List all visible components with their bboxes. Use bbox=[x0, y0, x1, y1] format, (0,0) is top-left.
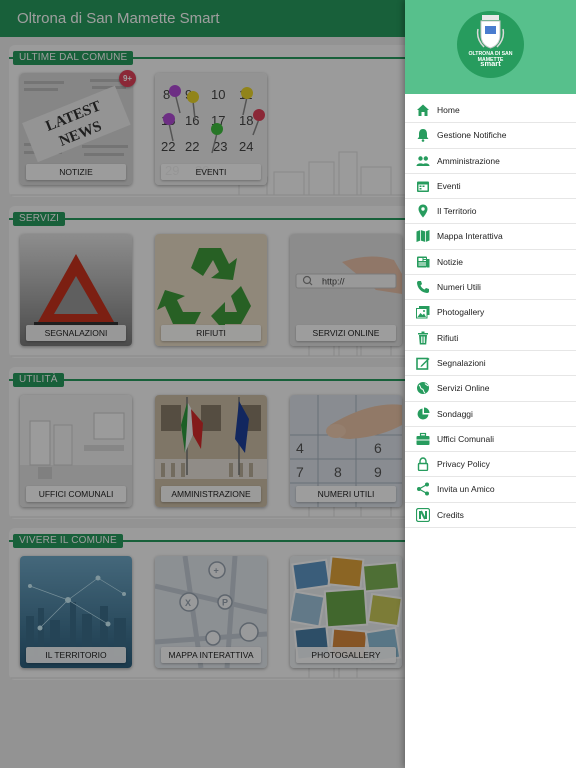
menu-item-credits[interactable]: Credits bbox=[405, 503, 576, 529]
pie-chart-icon bbox=[417, 407, 430, 420]
lock-icon bbox=[417, 457, 429, 472]
drawer-header: OLTRONA DI SAN MAMETTE smart bbox=[405, 0, 576, 94]
newspaper-icon bbox=[417, 256, 430, 268]
municipality-logo: OLTRONA DI SAN MAMETTE smart bbox=[457, 11, 524, 78]
report-icon bbox=[416, 357, 430, 370]
menu-label: Gestione Notifiche bbox=[437, 130, 507, 141]
menu-item-mappa-interattiva[interactable]: Mappa Interattiva bbox=[405, 224, 576, 250]
menu-label: Numeri Utili bbox=[437, 282, 481, 293]
menu-item-gestione-notifiche[interactable]: Gestione Notifiche bbox=[405, 123, 576, 149]
calendar-icon bbox=[417, 181, 429, 192]
map-pin-icon bbox=[418, 204, 428, 218]
coat-of-arms-icon bbox=[476, 15, 505, 49]
menu-label: Eventi bbox=[437, 180, 461, 191]
logo-smart: smart bbox=[480, 59, 501, 68]
menu-item-sondaggi[interactable]: Sondaggi bbox=[405, 402, 576, 427]
navigation-drawer: OLTRONA DI SAN MAMETTE smart Home Gestio… bbox=[405, 0, 576, 768]
people-icon bbox=[416, 155, 430, 166]
menu-label: Invita un Amico bbox=[437, 484, 495, 495]
menu-item-rifiuti[interactable]: Rifiuti bbox=[405, 326, 576, 351]
menu-item-numeri-utili[interactable]: Numeri Utili bbox=[405, 275, 576, 301]
menu-label: Segnalazioni bbox=[437, 357, 486, 368]
menu-label: Notizie bbox=[437, 256, 463, 267]
app-screen: Oltrona di San Mamette Smart ULTIME DAL … bbox=[0, 0, 576, 768]
menu-item-servizi-online[interactable]: Servizi Online bbox=[405, 376, 576, 402]
home-icon bbox=[417, 104, 429, 116]
menu-item-eventi[interactable]: Eventi bbox=[405, 174, 576, 200]
menu-label: Mappa Interattiva bbox=[437, 231, 503, 242]
menu-label: Rifiuti bbox=[437, 332, 459, 343]
menu-item-amministrazione[interactable]: Amministrazione bbox=[405, 149, 576, 174]
menu-label: Photogallery bbox=[437, 307, 485, 318]
menu-label: Home bbox=[437, 105, 460, 115]
map-icon bbox=[416, 230, 430, 243]
share-icon bbox=[417, 482, 429, 496]
briefcase-icon bbox=[416, 432, 430, 445]
menu-label: Uffici Comunali bbox=[437, 433, 495, 444]
menu-item-il-territorio[interactable]: Il Territorio bbox=[405, 199, 576, 225]
menu-label: Sondaggi bbox=[437, 408, 473, 419]
image-icon bbox=[416, 306, 430, 319]
menu-label: Servizi Online bbox=[437, 383, 490, 394]
menu-item-home[interactable]: Home bbox=[405, 98, 576, 124]
credits-icon bbox=[416, 507, 430, 522]
menu-item-uffici-comunali[interactable]: Uffici Comunali bbox=[405, 427, 576, 453]
drawer-menu: Home Gestione Notifiche Amministrazione … bbox=[405, 98, 576, 529]
menu-item-segnalazioni[interactable]: Segnalazioni bbox=[405, 351, 576, 377]
menu-label: Amministrazione bbox=[437, 155, 500, 166]
menu-label: Il Territorio bbox=[437, 206, 477, 217]
bell-icon bbox=[417, 129, 429, 143]
trash-icon bbox=[418, 331, 428, 345]
menu-label: Privacy Policy bbox=[437, 459, 490, 470]
globe-icon bbox=[417, 382, 429, 395]
menu-item-photogallery[interactable]: Photogallery bbox=[405, 300, 576, 326]
drawer-scrim[interactable] bbox=[0, 0, 405, 768]
menu-label: Credits bbox=[437, 509, 464, 520]
menu-item-privacy-policy[interactable]: Privacy Policy bbox=[405, 452, 576, 478]
menu-item-invita-un-amico[interactable]: Invita un Amico bbox=[405, 477, 576, 503]
menu-item-notizie[interactable]: Notizie bbox=[405, 250, 576, 276]
phone-icon bbox=[417, 281, 429, 294]
